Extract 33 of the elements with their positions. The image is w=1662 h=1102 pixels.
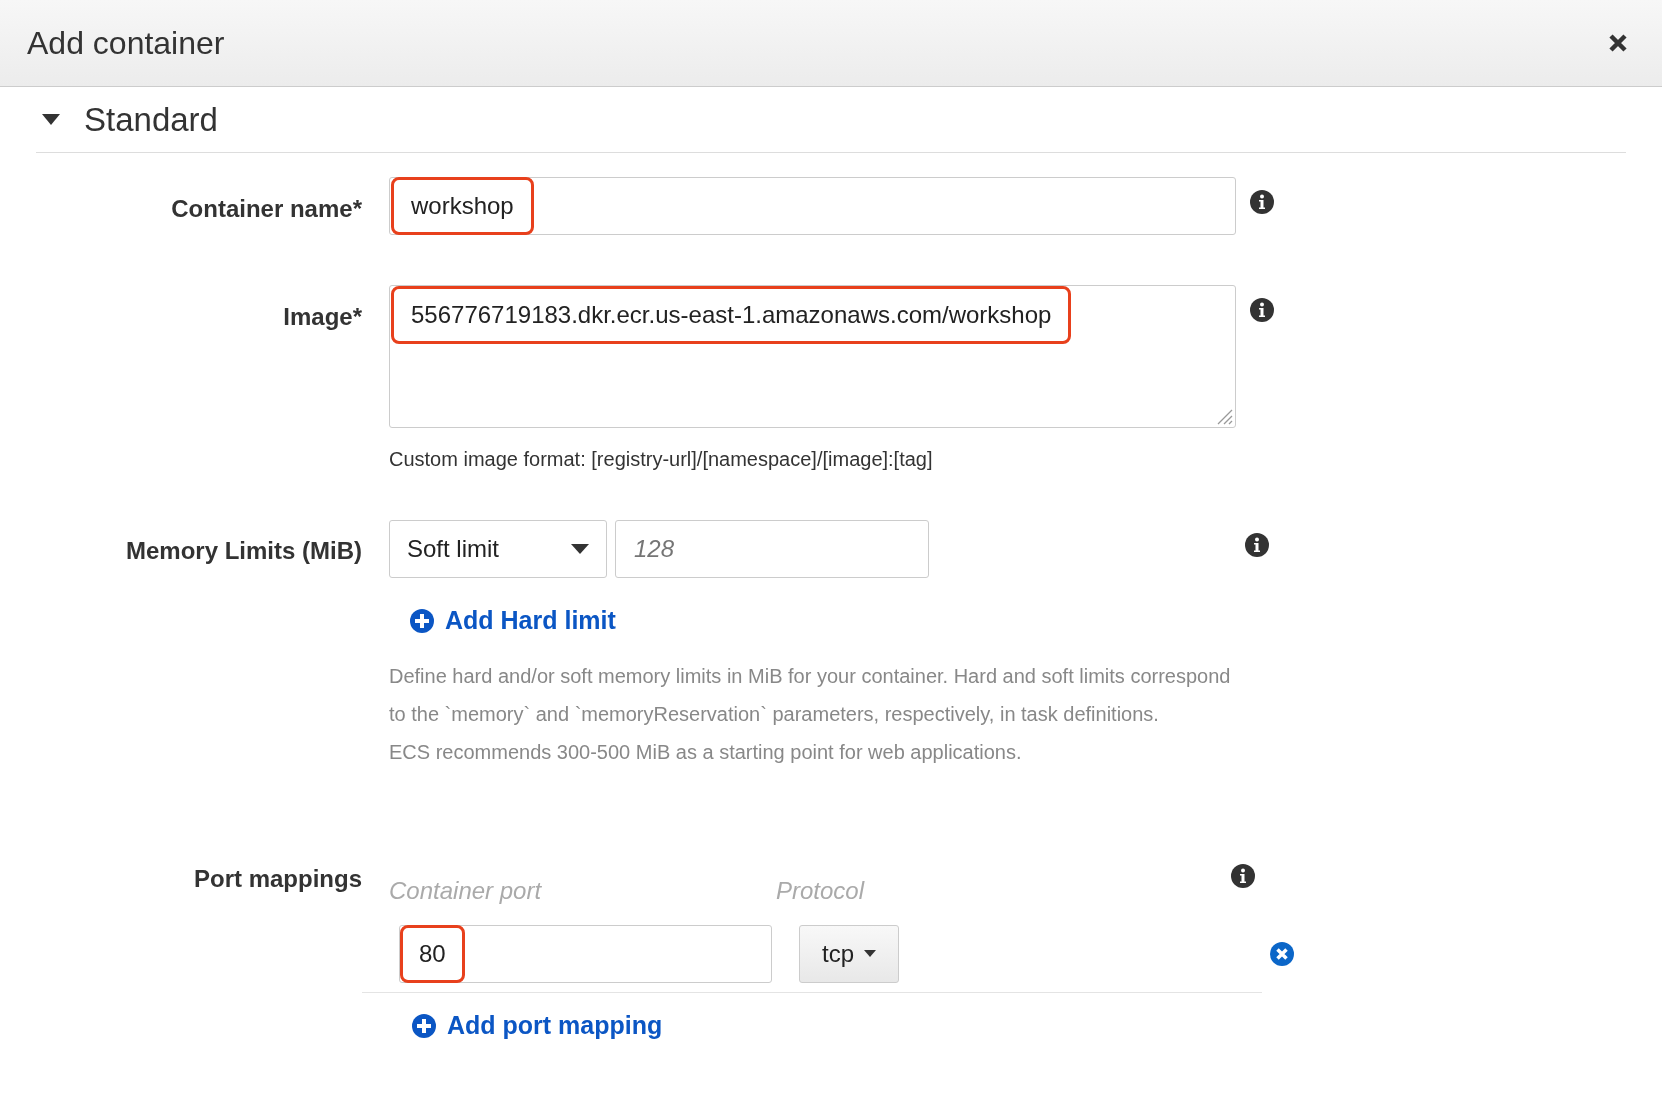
port-input[interactable]: 80	[399, 924, 772, 983]
field-label: Port mappings	[193, 863, 362, 894]
caret-icon	[571, 544, 589, 554]
help-text: ECS recommends 300-500 MiB as a starting point for web applications.	[389, 739, 1023, 765]
plus-circle-icon	[409, 607, 435, 634]
info-icon[interactable]	[1231, 862, 1255, 887]
column-header: Container port	[389, 875, 543, 906]
field-label: Image*	[282, 302, 362, 332]
input-field[interactable]: workshop	[389, 177, 1236, 235]
caret-icon[interactable]	[42, 114, 60, 125]
field-value: workshop	[391, 177, 534, 235]
info-icon[interactable]	[1250, 189, 1274, 213]
field-label: Container name*	[170, 194, 362, 224]
add-hard-limit-link[interactable]: Add Hard limit	[409, 602, 616, 640]
field-label: Memory Limits (MiB)	[125, 536, 362, 566]
dialog-title: Add container	[27, 24, 225, 63]
section-title[interactable]: Standard	[84, 94, 218, 145]
text-area[interactable]: 556776719183.dkr.ecr.us-east-1.amazonaws.com/workshop	[389, 285, 1236, 428]
protocol-dropdown[interactable]: tcp	[799, 924, 899, 983]
column-header: Protocol	[776, 875, 866, 906]
soft-limit-select[interactable]: Soft limit	[389, 520, 607, 578]
help-text: Custom image format: [registry-url]/[namespace]/[image]:[tag]	[389, 447, 934, 472]
add-port-mapping-link[interactable]: Add port mapping	[411, 1006, 663, 1045]
field-value: 556776719183.dkr.ecr.us-east-1.amazonaws.com/workshop	[391, 286, 1072, 344]
caret-icon	[864, 950, 876, 958]
memory-input[interactable]: 128	[615, 520, 929, 578]
plus-circle-icon	[411, 1012, 437, 1039]
info-icon[interactable]	[1250, 297, 1274, 321]
info-icon[interactable]	[1245, 532, 1269, 556]
close-icon[interactable]	[1608, 33, 1628, 53]
field-value: 80	[400, 924, 465, 983]
remove-icon[interactable]	[1270, 941, 1294, 966]
help-text: Define hard and/or soft memory limits in MiB for your container. Hard and soft limits correspond to the `memory` and `memoryReservation` parameters, respectively, in task definitions.	[389, 663, 1232, 727]
